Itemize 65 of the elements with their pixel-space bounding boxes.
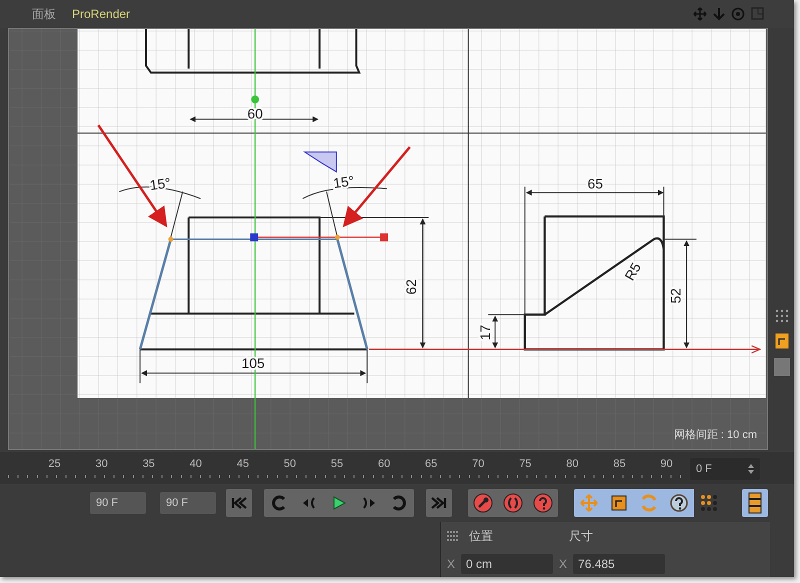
angle-gizmo	[303, 151, 337, 173]
grid-spacing-label: 网格间距 : 10 cm	[674, 428, 757, 443]
dimension-label: 65	[588, 176, 603, 192]
vertex-point[interactable]	[334, 234, 340, 240]
go-to-start-button[interactable]	[226, 489, 252, 518]
brackets-icon	[503, 493, 523, 514]
current-frame-field[interactable]: 0 F	[690, 458, 760, 480]
dots-grid-icon	[699, 493, 719, 514]
timeline-tick-label: 35	[142, 458, 155, 470]
axis-label: X	[447, 556, 456, 574]
dimension-label: 15°	[332, 172, 356, 192]
step-forward-icon	[361, 496, 377, 510]
timeline-tick-label: 25	[48, 458, 61, 470]
coordinate-field[interactable]: 0 cm	[461, 554, 554, 574]
timeline-button[interactable]	[742, 489, 768, 518]
down-arrow-icon[interactable]	[713, 6, 725, 21]
scale-icon[interactable]	[774, 332, 790, 350]
move-icon[interactable]	[693, 6, 707, 21]
dots-grid-icon[interactable]	[774, 308, 790, 324]
menu-item[interactable]: 面板	[32, 4, 56, 23]
frame-field[interactable]: 90 F	[160, 492, 216, 514]
timeline-tick-label: 80	[566, 458, 579, 470]
column-header: 位置	[469, 528, 494, 546]
dimension-label: 15°	[148, 174, 172, 194]
go-to-end-button[interactable]	[426, 489, 452, 518]
dimension-label: 62	[402, 279, 419, 294]
move-icon	[579, 493, 599, 514]
axis-label: X	[559, 556, 568, 574]
skip-back-icon	[231, 497, 247, 510]
vertex-point[interactable]	[168, 236, 174, 242]
dimension-label: 17	[477, 324, 494, 340]
coordinate-field[interactable]: 76.485	[573, 554, 666, 574]
sidebar-tile[interactable]	[774, 358, 790, 376]
timeline-tick-label: 65	[425, 458, 438, 470]
menu-item[interactable]: ProRender	[72, 4, 130, 23]
rotate-icon	[639, 493, 659, 514]
timeline-tick-label: 50	[284, 458, 296, 470]
frame-field[interactable]: 90 F	[90, 492, 146, 514]
help-icon	[669, 493, 689, 514]
film-strip-icon	[748, 492, 762, 514]
dimension-label: R5	[621, 260, 644, 284]
timeline-tick-label: 75	[519, 458, 532, 470]
skip-forward-icon	[431, 497, 447, 510]
timeline-tick-label: 30	[95, 458, 108, 470]
parameter-key-button[interactable]	[664, 489, 694, 518]
column-header: 尺寸	[569, 528, 593, 546]
scale-icon	[609, 493, 629, 514]
timeline-tick-label: 45	[236, 458, 249, 470]
play-icon	[331, 495, 347, 512]
loop-icon	[271, 495, 287, 512]
timeline-tick-label: 40	[190, 458, 202, 470]
key-icon	[473, 493, 493, 514]
timeline-tick-label: 85	[613, 458, 626, 470]
step-back-icon	[301, 496, 317, 510]
axis-handle[interactable]	[251, 95, 260, 104]
dimension-label: 52	[668, 288, 684, 304]
timeline-tick-label: 90	[660, 458, 673, 470]
timeline-tick-label: 55	[330, 458, 344, 470]
help-icon	[533, 493, 553, 514]
grip-icon	[447, 531, 459, 542]
spinner-icon	[748, 464, 754, 474]
timeline-tick-label: 60	[378, 458, 390, 470]
target-icon[interactable]	[731, 6, 745, 21]
loop-icon	[391, 495, 407, 512]
timeline-tick-label: 70	[472, 458, 484, 470]
